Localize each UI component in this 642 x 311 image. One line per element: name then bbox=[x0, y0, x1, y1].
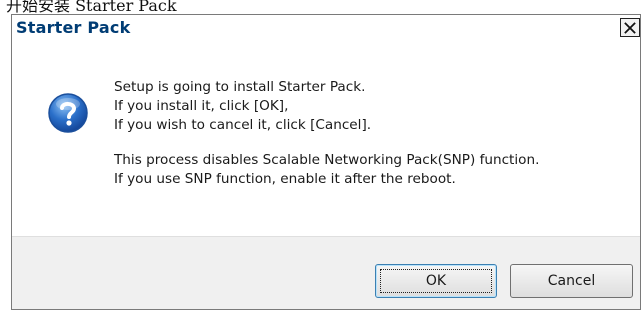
close-icon bbox=[624, 21, 636, 34]
message-line: If you install it, click [OK], bbox=[114, 98, 289, 114]
message-line: Setup is going to install Starter Pack. bbox=[114, 79, 366, 95]
dialog-message: Setup is going to install Starter Pack. … bbox=[114, 78, 614, 189]
starter-pack-dialog: Starter Pack Setup is going to install S… bbox=[11, 14, 641, 310]
dialog-content: Setup is going to install Starter Pack. … bbox=[12, 43, 640, 239]
message-line: If you use SNP function, enable it after… bbox=[114, 171, 456, 187]
message-line: If you wish to cancel it, click [Cancel]… bbox=[114, 117, 372, 133]
dialog-title: Starter Pack bbox=[16, 18, 131, 37]
close-button[interactable] bbox=[620, 18, 640, 37]
message-line: This process disables Scalable Networkin… bbox=[114, 152, 540, 168]
question-icon bbox=[47, 92, 89, 134]
cancel-button-label: Cancel bbox=[547, 273, 596, 289]
dialog-titlebar[interactable]: Starter Pack bbox=[12, 15, 640, 43]
dialog-button-bar: OK Cancel bbox=[12, 236, 640, 309]
cancel-button[interactable]: Cancel bbox=[510, 264, 633, 298]
ok-button[interactable]: OK bbox=[375, 264, 497, 298]
focus-ring bbox=[380, 269, 492, 293]
screenshot-stage: 开始安装 Starter Pack Starter Pack Setup is … bbox=[0, 0, 642, 311]
